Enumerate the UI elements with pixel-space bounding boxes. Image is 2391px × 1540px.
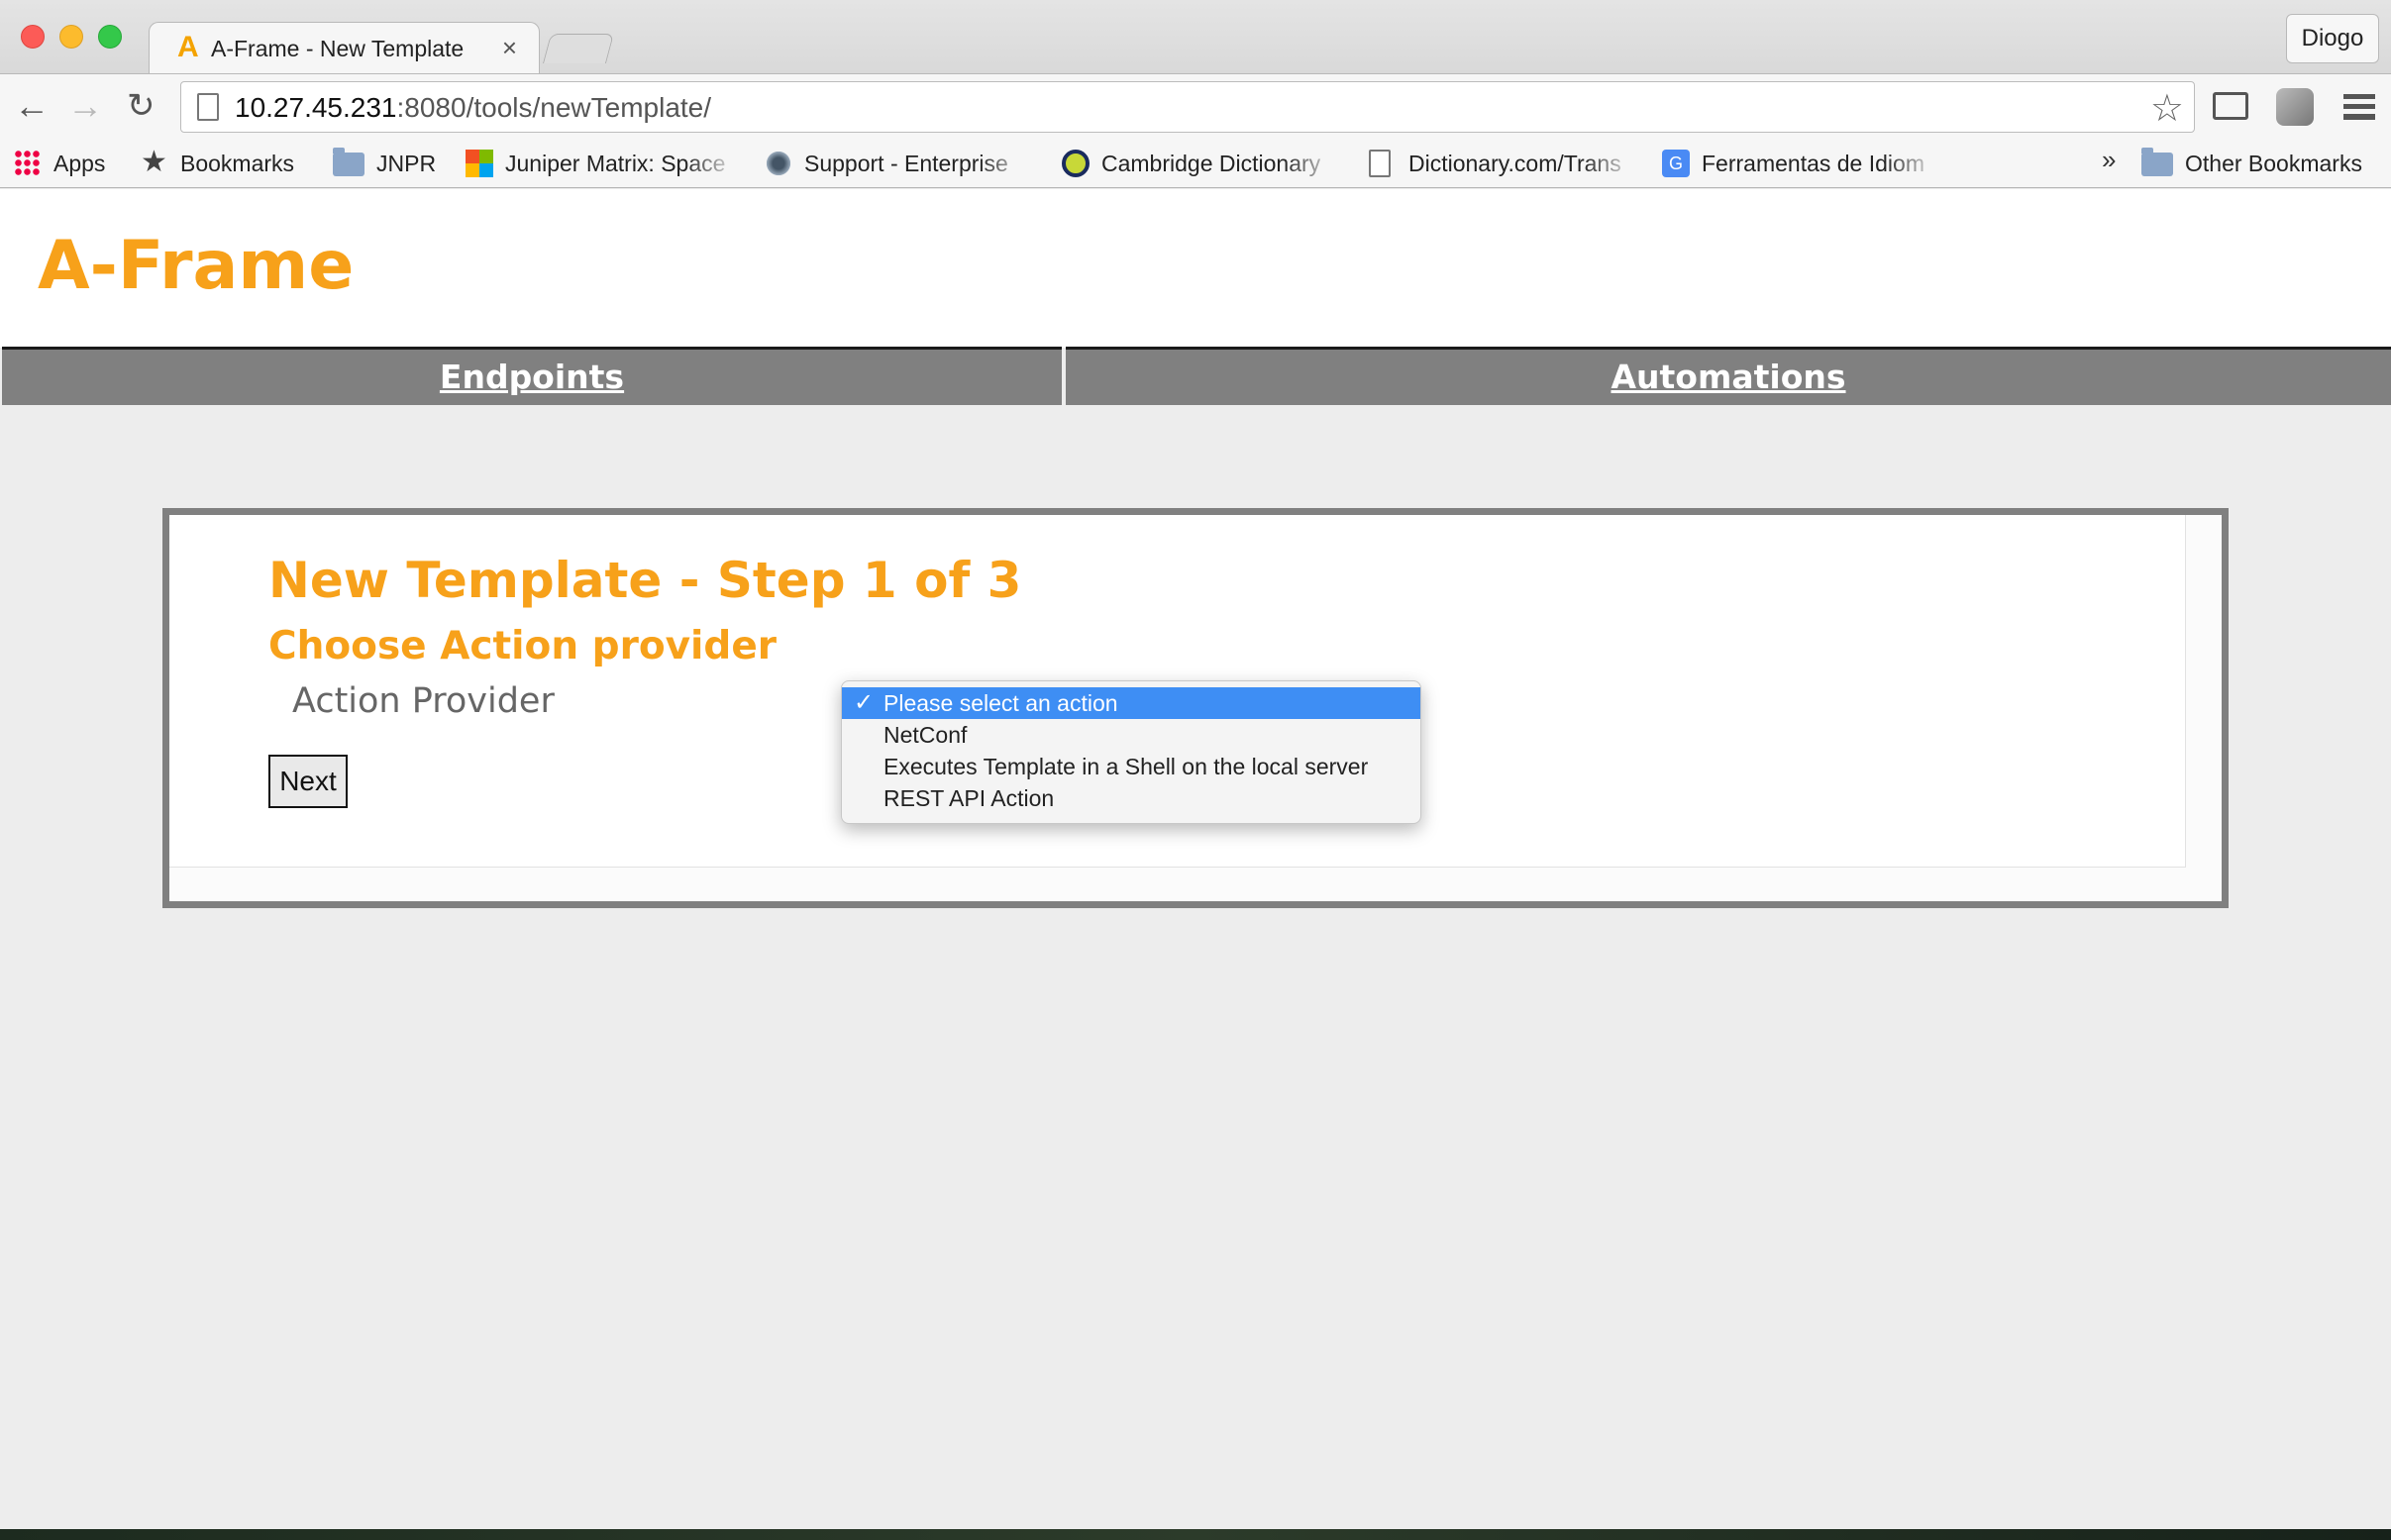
- bookmark-cambridge-dictionary[interactable]: Cambridge Dictionary: [1062, 147, 1339, 180]
- checkmark-icon: ✓: [854, 689, 875, 716]
- back-arrow-icon[interactable]: ←: [14, 86, 50, 126]
- desktop-background: [0, 1529, 2391, 1540]
- window-maximize-button[interactable]: [98, 25, 122, 49]
- cast-icon[interactable]: [2213, 92, 2248, 120]
- main-nav: Endpoints Automations: [0, 347, 2391, 405]
- bookmark-support-enterprise[interactable]: Support - Enterprise: [765, 147, 1032, 180]
- tab-title: A-Frame - New Template: [211, 36, 465, 61]
- apps-grid-icon: [14, 150, 42, 177]
- page-title: New Template - Step 1 of 3: [268, 552, 1022, 609]
- tab-strip: A A-Frame - New Template × Diogo: [0, 0, 2391, 73]
- action-provider-dropdown[interactable]: ✓ Please select an action NetConf Execut…: [841, 680, 1421, 824]
- profile-button[interactable]: Diogo: [2286, 14, 2379, 63]
- browser-window: A A-Frame - New Template × Diogo ← → ↻ 1…: [0, 0, 2391, 1529]
- nav-link-endpoints[interactable]: Endpoints: [440, 358, 624, 396]
- bookmark-other-bookmarks[interactable]: Other Bookmarks: [2141, 147, 2379, 180]
- bookmark-jnpr[interactable]: JNPR: [333, 147, 442, 180]
- cambridge-logo-icon: [1062, 150, 1090, 177]
- window-minimize-button[interactable]: [59, 25, 83, 49]
- star-icon: ★: [141, 147, 167, 178]
- dropdown-option[interactable]: REST API Action: [842, 782, 1420, 814]
- page-icon: [197, 93, 219, 121]
- forward-arrow-icon[interactable]: →: [67, 86, 103, 126]
- url-text: 10.27.45.231:8080/tools/newTemplate/: [235, 92, 711, 124]
- reload-icon[interactable]: ↻: [127, 86, 156, 126]
- site-header: A-Frame: [0, 189, 2391, 348]
- nav-tab-endpoints: Endpoints: [2, 347, 1062, 405]
- site-logo[interactable]: A-Frame: [38, 227, 354, 305]
- nav-link-automations[interactable]: Automations: [1611, 358, 1845, 396]
- bookmark-ferramentas-de-idioma[interactable]: G Ferramentas de Idiom: [1662, 147, 1939, 180]
- page-content: A-Frame Endpoints Automations New Templa…: [0, 189, 2391, 1529]
- bookmarks-bar: Apps ★ Bookmarks JNPR Juniper Matrix: Sp…: [0, 139, 2391, 188]
- dropdown-option[interactable]: ✓ Please select an action: [842, 687, 1420, 719]
- folder-icon: [2141, 148, 2173, 176]
- tab-close-icon[interactable]: ×: [502, 33, 517, 63]
- bookmarks-overflow-chevron-icon[interactable]: »: [2102, 145, 2116, 175]
- window-close-button[interactable]: [21, 25, 45, 49]
- dropdown-option[interactable]: Executes Template in a Shell on the loca…: [842, 751, 1420, 782]
- address-bar[interactable]: 10.27.45.231:8080/tools/newTemplate/ ☆: [180, 81, 2195, 133]
- next-button[interactable]: Next: [268, 755, 348, 808]
- google-translate-icon: G: [1662, 150, 1690, 177]
- action-provider-label: Action Provider: [292, 681, 555, 721]
- bookmark-dictionary-com[interactable]: Dictionary.com/Trans: [1369, 147, 1636, 180]
- step-subtitle: Choose Action provider: [268, 624, 777, 668]
- folder-icon: [333, 148, 364, 176]
- bookmark-juniper-matrix[interactable]: Juniper Matrix: Space: [466, 147, 739, 180]
- url-host: 10.27.45.231: [235, 92, 397, 123]
- globe-icon: [765, 150, 792, 177]
- page-icon: [1369, 150, 1391, 177]
- new-tab-button[interactable]: [542, 34, 615, 63]
- bookmark-star-icon[interactable]: ☆: [2150, 86, 2184, 131]
- windows-logo-icon: [466, 150, 493, 177]
- dropdown-option[interactable]: NetConf: [842, 719, 1420, 751]
- bookmark-bookmarks[interactable]: ★ Bookmarks: [141, 147, 309, 180]
- bookmark-apps[interactable]: Apps: [14, 147, 123, 180]
- nav-tab-automations: Automations: [1066, 347, 2391, 405]
- aframe-favicon-icon: A: [177, 31, 199, 63]
- extension-icon[interactable]: [2276, 88, 2314, 126]
- hamburger-menu-icon[interactable]: [2343, 94, 2375, 120]
- tab-a-frame-new-template[interactable]: A A-Frame - New Template ×: [149, 22, 540, 73]
- url-path: :8080/tools/newTemplate/: [396, 92, 712, 123]
- browser-toolbar: ← → ↻ 10.27.45.231:8080/tools/newTemplat…: [0, 73, 2391, 139]
